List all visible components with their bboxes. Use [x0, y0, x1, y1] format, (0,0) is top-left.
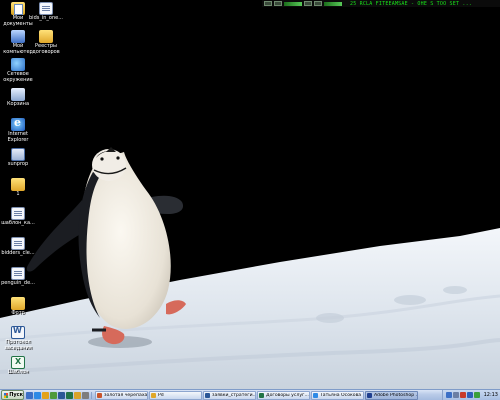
desktop-wallpaper: [0, 0, 500, 389]
taskbar-button-label: золотая черепаха...: [104, 392, 147, 398]
word-document-icon: [11, 326, 25, 339]
widget-chip-icon: [314, 1, 322, 6]
widget-chip-icon: [274, 1, 282, 6]
excel-icon[interactable]: [66, 391, 73, 399]
desktop-icon-label: шаблон_ка...: [1, 220, 35, 226]
document-icon: [39, 2, 53, 15]
desktop-icon-label: Сетевое окружение: [3, 71, 33, 83]
internet-explorer-icon: [11, 116, 25, 131]
word-icon[interactable]: [58, 391, 65, 399]
folder-icon: [11, 297, 25, 310]
desktop-status-widgets: 25 RCLA FITEEAMSAE - ОНЕ S TOO SET ...: [262, 0, 500, 7]
desktop-icon-label: 1: [16, 191, 20, 197]
taskbar-button[interactable]: Pd: [149, 390, 202, 400]
network-tray-icon[interactable]: [445, 392, 452, 398]
desktop-icon-label: Шаблон: [7, 369, 29, 375]
desktop-icon-photo-folder[interactable]: Фото: [0, 297, 36, 317]
desktop-icon-label: Internet Explorer: [7, 131, 29, 143]
desktop-icon-contract-registers[interactable]: Реестры договоров: [28, 30, 64, 55]
antivirus-tray-icon[interactable]: [459, 392, 466, 398]
start-button[interactable]: Пуск: [1, 390, 24, 400]
desktop-icon-label: bidders_cle...: [1, 250, 35, 256]
document-icon: [11, 237, 25, 250]
cpu-meter-icon: [284, 1, 302, 6]
desktop-icon-label: Корзина: [6, 101, 30, 107]
photoshop-window-icon: [367, 392, 372, 398]
taskbar-button[interactable]: Договоры услуг...: [257, 390, 310, 400]
taskbar-button-label: Татьяна Осокова: [320, 392, 362, 398]
taskbar-button[interactable]: Adobe Photoshop ...: [365, 390, 418, 400]
desktop-icon-bidders[interactable]: bidders_cle...: [0, 237, 36, 257]
quick-launch-bar: [26, 391, 92, 399]
network-icon: [11, 58, 25, 71]
folder-window-icon: [151, 392, 156, 398]
desktop-icon-internet-explorer[interactable]: Internet Explorer: [0, 116, 36, 143]
word-window-icon: [205, 392, 210, 398]
messenger-tray-icon[interactable]: [473, 392, 480, 398]
desktop-icon-recycle-bin[interactable]: Корзина: [0, 88, 36, 108]
taskbar-window-buttons: золотая черепаха... Pd заявки_стратеги... Д…: [95, 390, 442, 400]
folder-icon: [11, 178, 25, 191]
taskbar-button-label: заявки_стратеги...: [212, 392, 255, 398]
taskbar-button-label: Adobe Photoshop ...: [374, 392, 417, 398]
widget-status-text: 25 RCLA FITEEAMSAE - ОНЕ S TOO SET ...: [350, 0, 472, 7]
desktop-icon-sunprop[interactable]: sunprop: [0, 148, 36, 168]
desktop-icon-label: bids_in_one...: [29, 15, 63, 21]
explorer-icon[interactable]: [74, 391, 81, 399]
document-icon: [11, 207, 25, 220]
windows-logo-icon: [4, 392, 9, 398]
outlook-icon[interactable]: [42, 391, 49, 399]
media-player-icon[interactable]: [50, 391, 57, 399]
chat-window-icon: [313, 392, 318, 398]
taskbar-button-label: Договоры услуг...: [266, 392, 309, 398]
my-computer-icon: [11, 30, 25, 43]
desktop-icon-label: Протокол заседания: [4, 339, 32, 351]
desktop-icon-template-xls[interactable]: Шаблон: [0, 356, 36, 376]
taskbar-button[interactable]: заявки_стратеги...: [203, 390, 256, 400]
desktop-icon-template-doc[interactable]: шаблон_ка...: [0, 207, 36, 227]
language-tray-icon[interactable]: [466, 392, 473, 398]
volume-tray-icon[interactable]: [452, 392, 459, 398]
taskbar-button-label: Pd: [158, 392, 164, 398]
excel-window-icon: [259, 392, 264, 398]
taskbar: Пуск золотая черепаха... Pd заявки_стратег…: [0, 389, 500, 400]
application-icon: [11, 148, 25, 161]
internet-explorer-icon[interactable]: [34, 391, 41, 399]
taskbar-button[interactable]: золотая черепаха...: [95, 390, 148, 400]
calculator-icon[interactable]: [82, 391, 89, 399]
desktop-icon-label: Реестры договоров: [32, 43, 60, 55]
desktop-icon-label: sunprop: [7, 161, 29, 167]
my-documents-icon: [11, 2, 25, 15]
desktop-icon-bids-in-one[interactable]: bids_in_one...: [28, 2, 64, 22]
desktop-icon-penguin[interactable]: penguin_de...: [0, 267, 36, 287]
recycle-bin-icon: [11, 88, 25, 101]
widget-chip-icon: [304, 1, 312, 6]
excel-document-icon: [11, 356, 25, 369]
document-icon: [11, 267, 25, 280]
penguin-on-snow-photo: [0, 147, 500, 389]
memory-meter-icon: [324, 1, 342, 6]
taskbar-button[interactable]: Татьяна Осокова: [311, 390, 364, 400]
desktop-icon-network[interactable]: Сетевое окружение: [0, 58, 36, 83]
system-tray: 12:13: [441, 390, 500, 400]
show-desktop-icon[interactable]: [26, 391, 33, 399]
tray-icons: [445, 392, 480, 398]
desktop-icon-label: Фото: [11, 310, 25, 316]
browser-window-icon: [97, 392, 102, 398]
widget-chip-icon: [264, 1, 272, 6]
desktop-icon-protocol[interactable]: Протокол заседания: [0, 326, 36, 351]
folder-icon: [39, 30, 53, 43]
start-button-label: Пуск: [9, 392, 23, 398]
desktop-icon-label: penguin_de...: [1, 280, 35, 286]
desktop-icon-folder-1[interactable]: 1: [0, 178, 36, 198]
clock[interactable]: 12:13: [484, 392, 498, 398]
